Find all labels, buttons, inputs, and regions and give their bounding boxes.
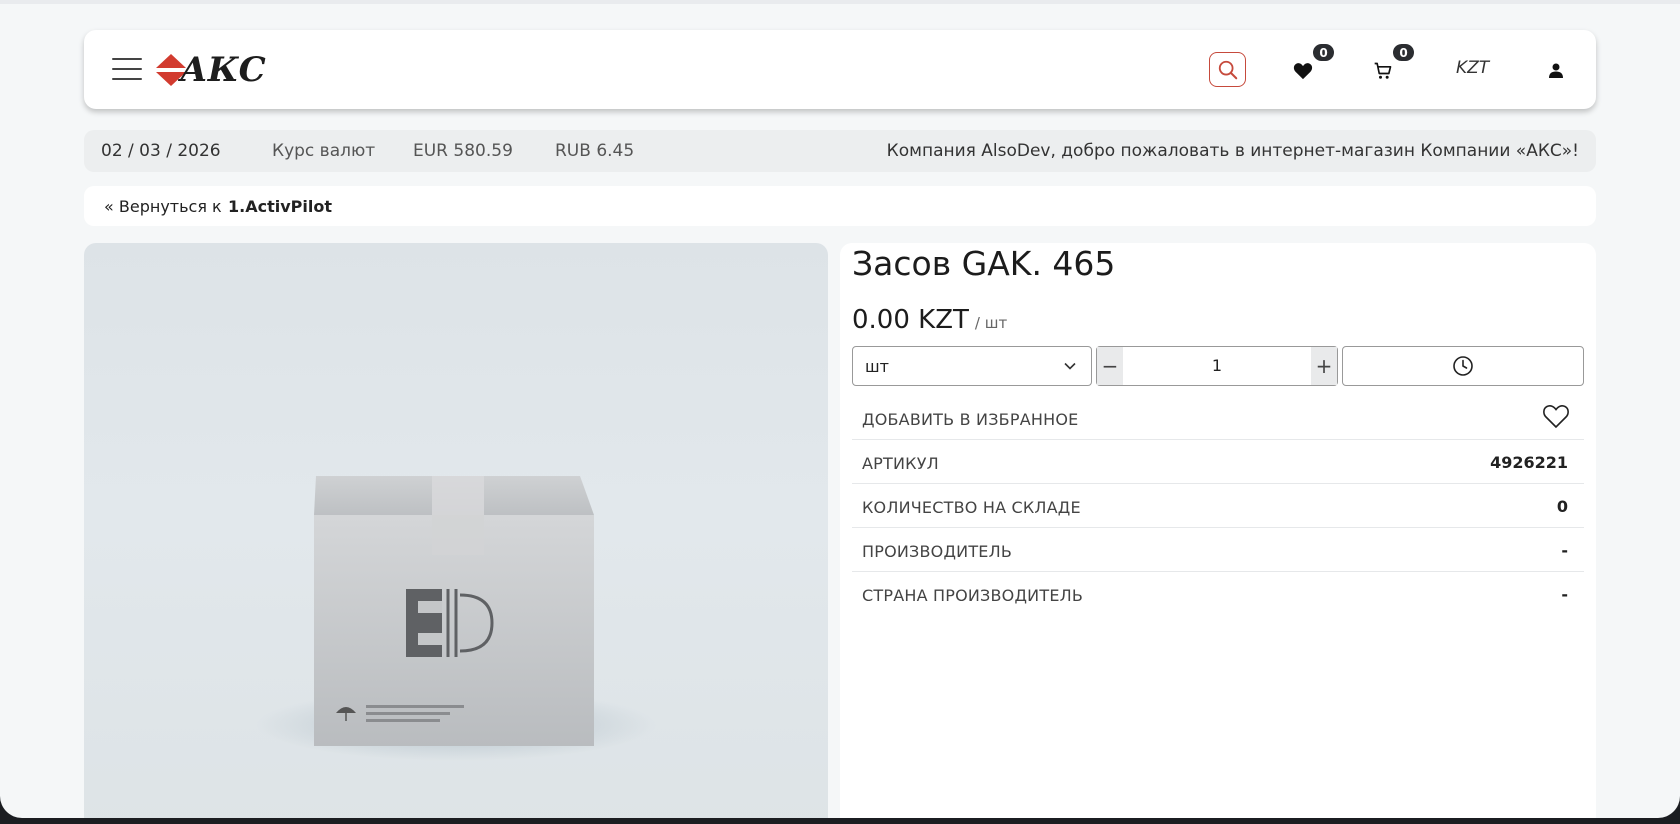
welcome-message: Компания AlsoDev, добро пожаловать в инт… (886, 141, 1579, 161)
increase-quantity-button[interactable]: + (1311, 347, 1337, 385)
unit-select-value: шт (865, 356, 889, 376)
spec-value: - (1561, 585, 1568, 604)
spec-row-article: АРТИКУЛ 4926221 (852, 440, 1584, 484)
add-to-favorites-row[interactable]: ДОБАВИТЬ В ИЗБРАННОЕ (852, 396, 1584, 440)
clock-icon (1453, 356, 1473, 376)
eur-rate: EUR 580.59 (413, 141, 513, 161)
user-icon (1549, 63, 1563, 78)
heart-icon (1293, 63, 1313, 80)
quantity-input[interactable]: 1 (1123, 347, 1311, 385)
favorites-count-badge: 0 (1311, 42, 1336, 63)
logo-text: АКС (180, 50, 266, 90)
heart-outline-icon[interactable] (1542, 403, 1570, 429)
product-price: 0.00 KZT / шт (852, 305, 1007, 335)
unit-select[interactable]: шт (852, 346, 1092, 386)
spec-key: ДОБАВИТЬ В ИЗБРАННОЕ (862, 410, 1079, 429)
info-bar: 02 / 03 / 2026 Курс валют EUR 580.59 RUB… (84, 130, 1596, 172)
chevron-down-icon (1064, 362, 1076, 370)
spec-key: СТРАНА ПРОИЗВОДИТЕЛЬ (862, 586, 1084, 605)
exchange-rates-label: Курс валют (272, 141, 376, 161)
breadcrumb: « Вернуться к 1.ActivPilot (84, 186, 1596, 226)
spec-value: 4926221 (1490, 453, 1568, 472)
decrease-quantity-button[interactable]: − (1097, 347, 1123, 385)
quantity-stepper: − 1 + (1096, 346, 1338, 386)
back-link[interactable]: « Вернуться к (104, 197, 222, 216)
price-unit: / шт (974, 314, 1008, 332)
product-specs: ДОБАВИТЬ В ИЗБРАННОЕ АРТИКУЛ 4926221 КОЛ… (852, 396, 1584, 616)
spec-row-stock: КОЛИЧЕСТВО НА СКЛАДЕ 0 (852, 484, 1584, 528)
rub-rate: RUB 6.45 (555, 141, 635, 161)
spec-row-manufacturer: ПРОИЗВОДИТЕЛЬ - (852, 528, 1584, 572)
product-details: Засов GAK. 465 0.00 KZT / шт шт − 1 + ДОБ… (840, 243, 1596, 818)
search-icon (1218, 60, 1237, 79)
product-title: Засов GAK. 465 (852, 244, 1116, 283)
box-placeholder-image (256, 476, 656, 761)
spec-row-country: СТРАНА ПРОИЗВОДИТЕЛЬ - (852, 572, 1584, 616)
cart-button[interactable]: 0 (1368, 42, 1416, 86)
preorder-button[interactable] (1342, 346, 1584, 386)
spec-key: КОЛИЧЕСТВО НА СКЛАДЕ (862, 498, 1081, 517)
currency-selector[interactable]: KZT (1456, 58, 1489, 78)
current-date: 02 / 03 / 2026 (101, 141, 221, 161)
price-value: 0.00 KZT (852, 305, 969, 335)
logo[interactable]: АКС (156, 50, 266, 90)
spec-key: ПРОИЗВОДИТЕЛЬ (862, 542, 1013, 561)
site-header: АКС 0 0 KZT (84, 30, 1596, 109)
cart-icon (1374, 62, 1392, 79)
browser-viewport: АКС 0 0 KZT 02 / 03 / 2026 Курс валют EU… (0, 0, 1680, 818)
cart-count-badge: 0 (1391, 42, 1416, 63)
breadcrumb-category-link[interactable]: 1.ActivPilot (228, 197, 332, 216)
spec-value: 0 (1556, 497, 1568, 516)
spec-key: АРТИКУЛ (862, 454, 939, 473)
favorites-button[interactable]: 0 (1288, 42, 1336, 86)
product-image-panel (84, 243, 828, 818)
desktop-taskbar-strip (0, 818, 1680, 824)
user-account-button[interactable] (1544, 58, 1568, 82)
spec-value: - (1561, 541, 1568, 560)
search-button[interactable] (1209, 52, 1246, 87)
menu-icon[interactable] (112, 58, 142, 82)
